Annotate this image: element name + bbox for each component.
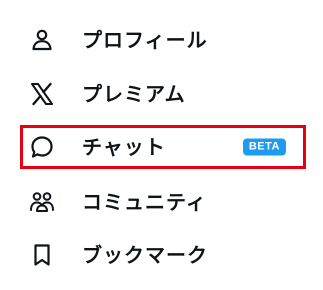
menu-item-chat[interactable]: チャット BETA [20,125,306,169]
menu-item-label: チャット [82,135,166,159]
menu-item-bookmarks[interactable]: ブックマーク [20,233,306,277]
menu-item-label: ブックマーク [82,243,208,267]
menu-item-label: コミュニティ [82,190,207,214]
side-menu: プロフィール プレミアム チャット BETA コミュニティ ブックマーク [0,0,323,290]
menu-item-label: プレミアム [82,82,186,106]
community-icon [28,188,56,216]
bookmark-icon [28,241,56,269]
x-logo-icon [28,80,56,108]
menu-item-label: プロフィール [82,28,208,52]
menu-item-premium[interactable]: プレミアム [20,72,306,116]
chat-bubble-icon [28,133,56,161]
person-icon [28,26,56,54]
menu-item-communities[interactable]: コミュニティ [20,180,306,224]
beta-badge: BETA [242,138,286,156]
menu-item-profile[interactable]: プロフィール [20,18,306,62]
